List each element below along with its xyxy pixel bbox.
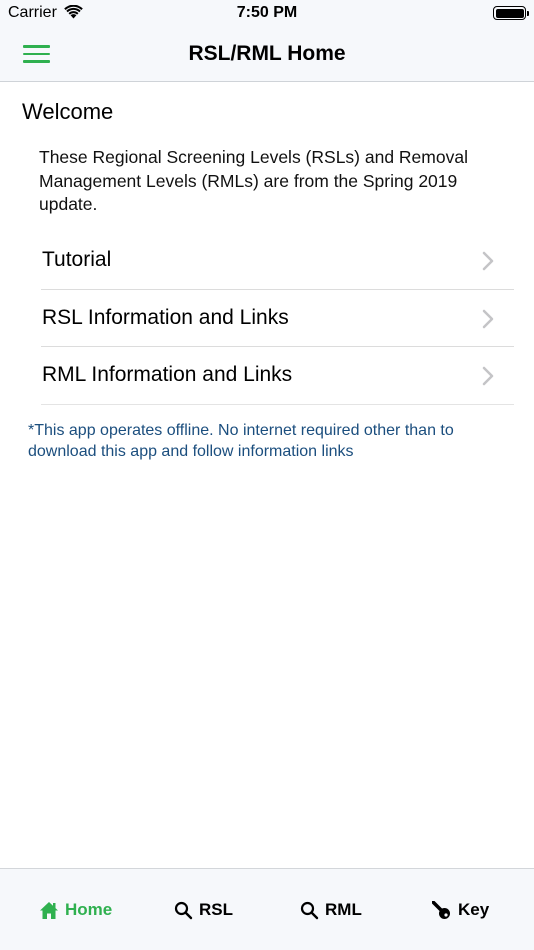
battery-cap [526, 10, 529, 16]
tab-rsl[interactable]: RSL [174, 897, 233, 923]
tab-home[interactable]: Home [39, 897, 112, 923]
tab-rml[interactable]: RML [300, 897, 362, 923]
list-item-rsl-info[interactable]: RSL Information and Links [41, 290, 514, 347]
app-screen: Carrier 7:50 PM RSL/RML Home Welcome The… [0, 0, 534, 950]
offline-note: *This app operates offline. No internet … [28, 422, 454, 460]
chevron-right-icon [482, 251, 494, 271]
navigation-bar: RSL/RML Home [0, 28, 534, 82]
search-icon [300, 901, 319, 919]
status-time: 7:50 PM [236, 4, 298, 21]
key-icon [432, 901, 450, 919]
tab-label: Home [65, 900, 113, 919]
tab-label: Key [458, 900, 490, 919]
list-item-label: RML Information and Links [42, 363, 293, 386]
header-area: Carrier 7:50 PM RSL/RML Home [0, 0, 534, 82]
tab-key[interactable]: Key [430, 897, 489, 923]
home-icon [40, 901, 58, 919]
search-icon [174, 901, 193, 919]
status-bar: Carrier 7:50 PM [0, 0, 534, 28]
chevron-right-icon [482, 366, 494, 386]
chevron-right-icon [482, 309, 494, 328]
tab-label: RML [325, 900, 362, 919]
list-item-tutorial[interactable]: Tutorial [41, 232, 514, 290]
battery-icon [493, 6, 529, 20]
tab-bar: Home RSL RML Key [0, 868, 534, 950]
battery-fill [495, 8, 524, 18]
tab-label: RSL [199, 900, 233, 919]
list-item-rml-info[interactable]: RML Information and Links [41, 347, 514, 405]
intro-text: These Regional Screening Levels (RSLs) a… [39, 147, 468, 214]
list-item-label: Tutorial [42, 248, 112, 271]
list-item-label: RSL Information and Links [42, 305, 289, 329]
page-title: RSL/RML Home [188, 42, 346, 65]
info-list: Tutorial RSL Information and Links RML I… [41, 232, 514, 405]
welcome-heading: Welcome [22, 99, 114, 124]
